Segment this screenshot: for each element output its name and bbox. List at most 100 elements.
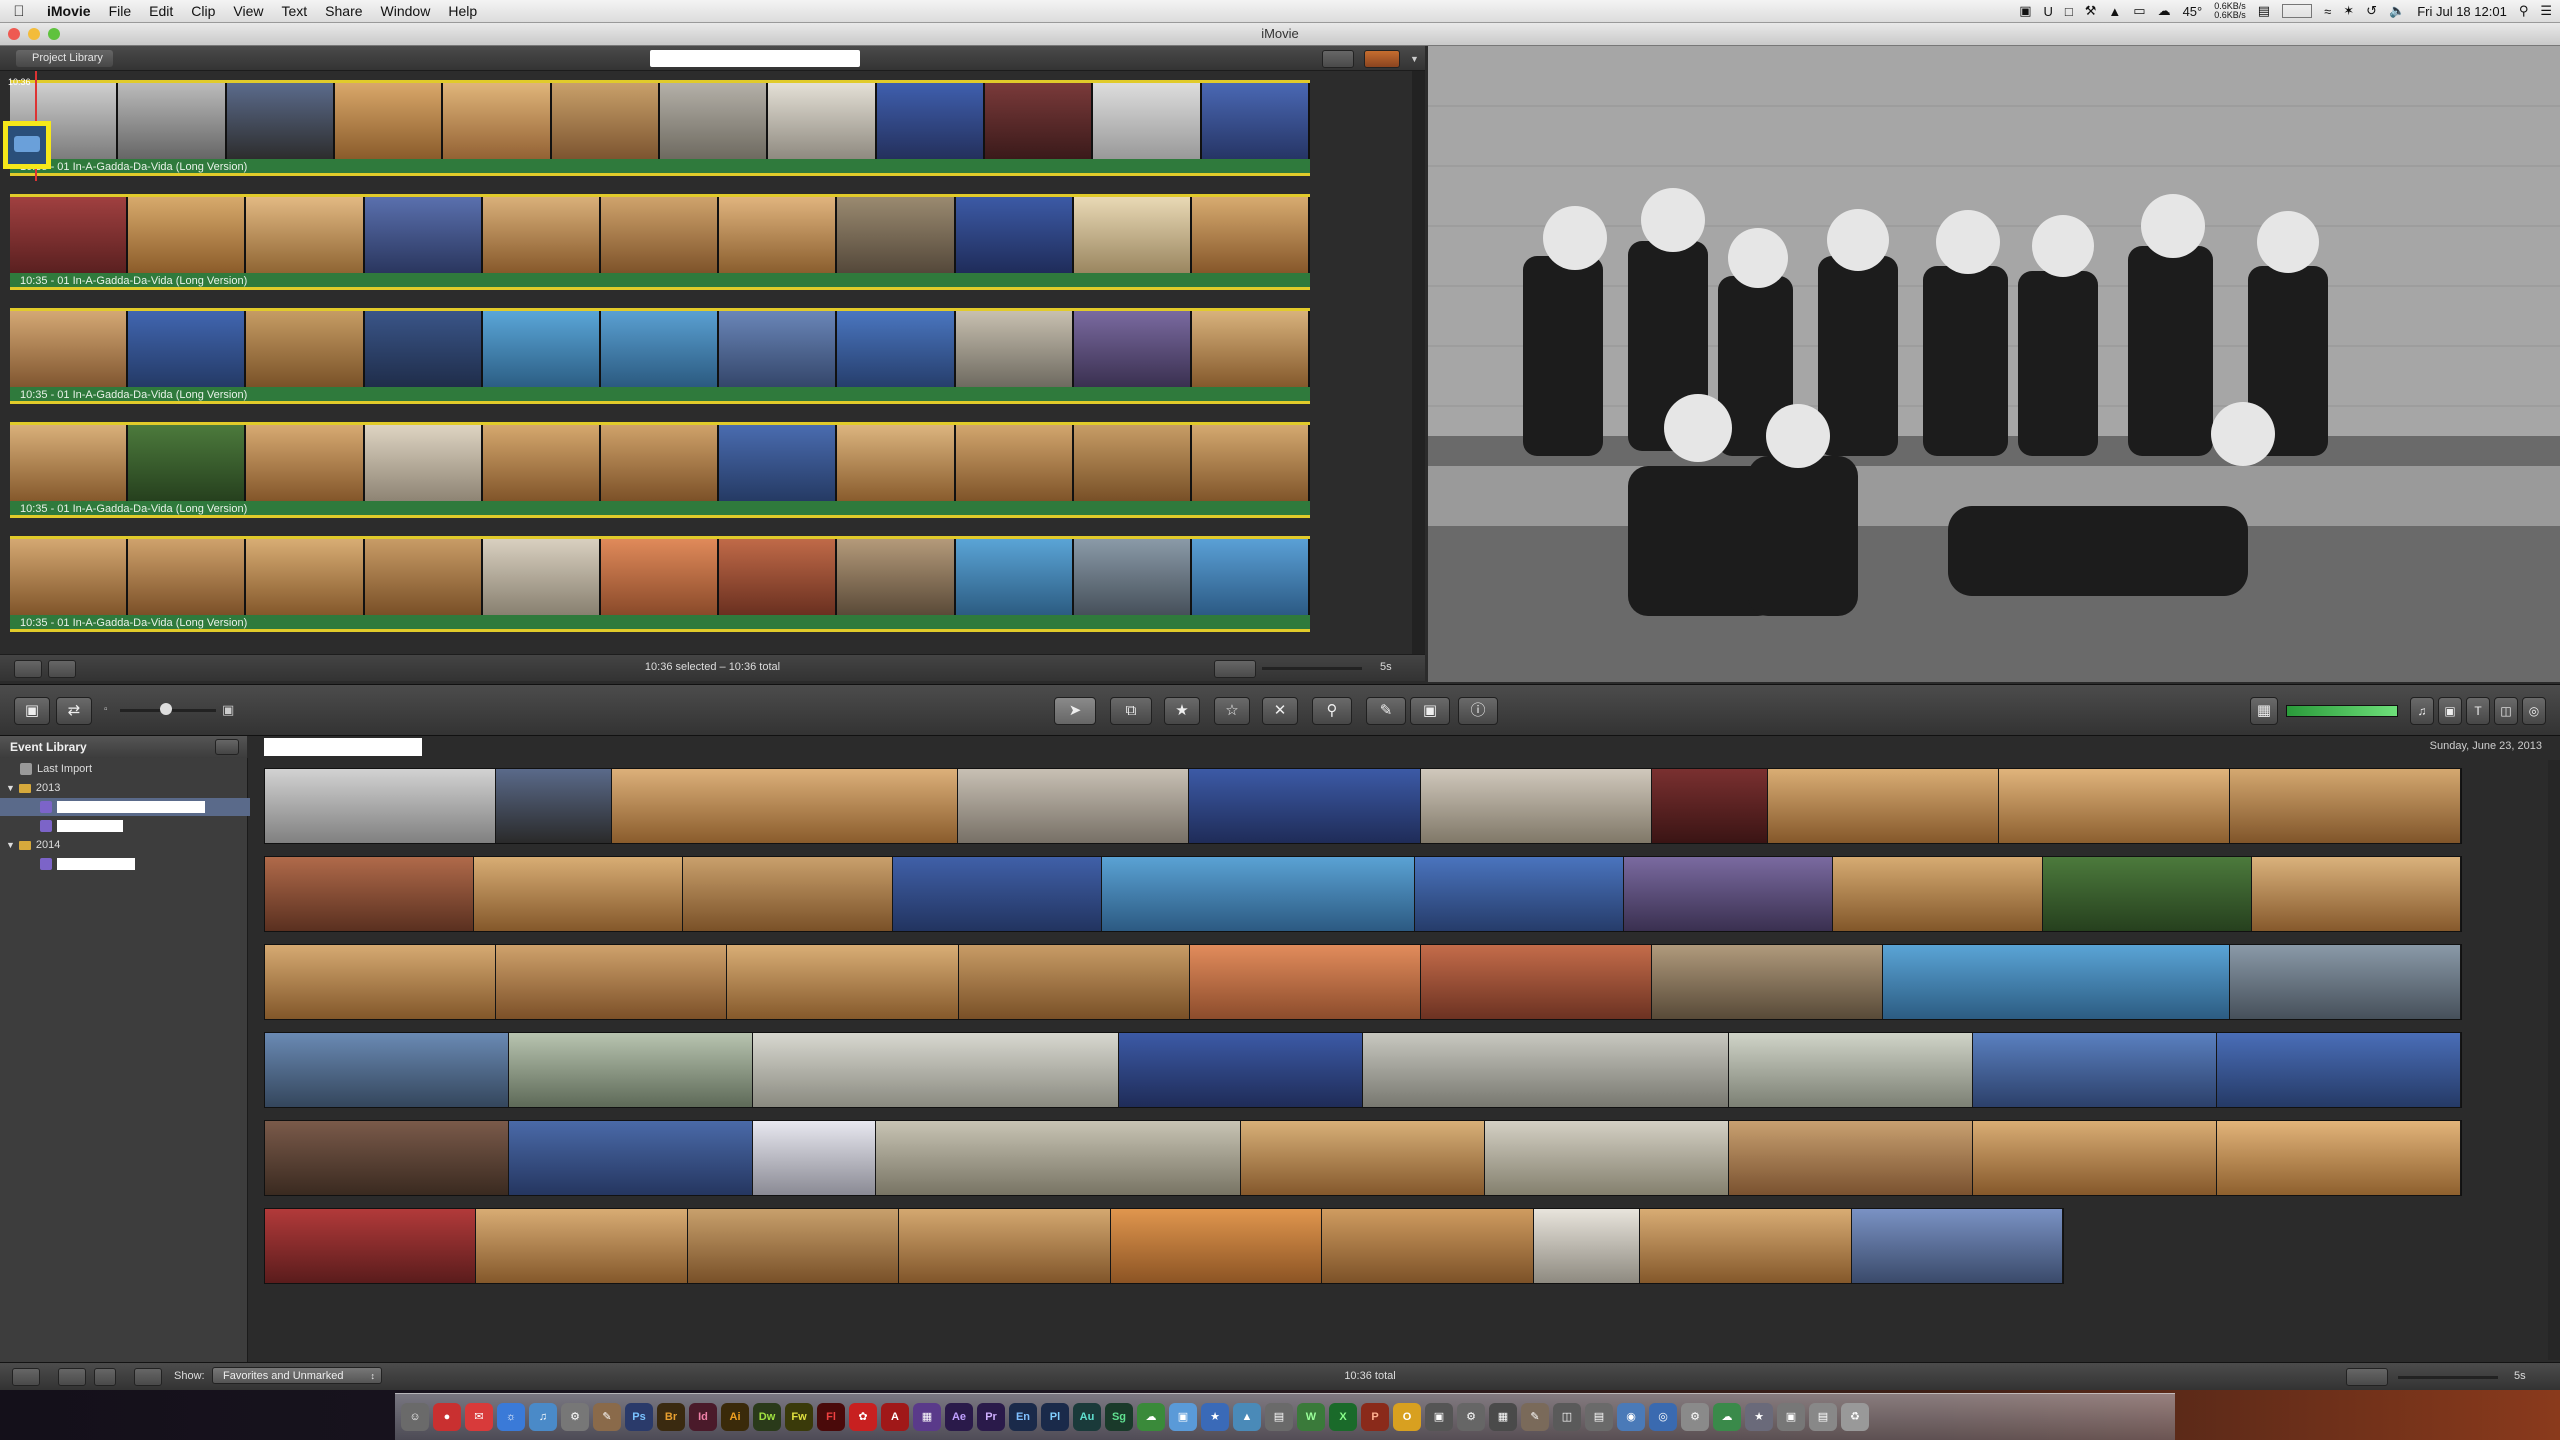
clip-thumb[interactable] [474, 857, 683, 931]
clip-thumb[interactable] [1189, 945, 1421, 1019]
dock-flash-icon[interactable]: Fl [817, 1403, 845, 1431]
clip-thumb[interactable] [265, 1033, 509, 1107]
music-track[interactable]: 10:35 - 01 In-A-Gadda-Da-Vida (Long Vers… [10, 273, 1310, 290]
clip-thumb[interactable] [837, 425, 954, 501]
menu-clip[interactable]: Clip [182, 3, 224, 19]
project-clip-strip-4[interactable] [10, 422, 1310, 504]
menu-view[interactable]: View [224, 3, 272, 19]
dock-app-icon[interactable]: ◎ [1649, 1403, 1677, 1431]
clip-thumb[interactable] [265, 945, 496, 1019]
clip-thumb[interactable] [334, 83, 442, 159]
event-clip-row-5[interactable] [264, 1120, 2462, 1196]
clip-thumb[interactable] [226, 83, 333, 159]
dock-after-effects-icon[interactable]: Ae [945, 1403, 973, 1431]
dock-app-icon[interactable]: ✎ [593, 1403, 621, 1431]
clip-thumb[interactable] [1241, 1121, 1484, 1195]
project-library-button[interactable]: Project Library [16, 50, 113, 67]
clip-thumb[interactable] [1201, 83, 1308, 159]
event-clip-row-6[interactable] [264, 1208, 2064, 1284]
dock-powerpoint-icon[interactable]: P [1361, 1403, 1389, 1431]
clip-thumb[interactable] [719, 197, 836, 273]
clip-thumb[interactable] [875, 1121, 1240, 1195]
clip-thumb[interactable] [899, 1209, 1110, 1283]
menu-share[interactable]: Share [316, 3, 371, 19]
clip-thumb[interactable] [128, 539, 245, 615]
dock-word-icon[interactable]: W [1297, 1403, 1325, 1431]
dock-app-icon[interactable]: ▤ [1265, 1403, 1293, 1431]
clip-thumb[interactable] [1093, 83, 1200, 159]
clip-thumb[interactable] [1421, 945, 1652, 1019]
clip-thumb[interactable] [128, 425, 245, 501]
notification-icon[interactable]: ☰ [2540, 3, 2552, 19]
status-icon-4[interactable]: ⚒ [2085, 3, 2097, 19]
dock-audition-icon[interactable]: Au [1073, 1403, 1101, 1431]
clip-thumb[interactable] [265, 857, 474, 931]
dock-encore-icon[interactable]: ▦ [913, 1403, 941, 1431]
dock-excel-icon[interactable]: X [1329, 1403, 1357, 1431]
clip-thumb[interactable] [246, 311, 363, 387]
clip-thumb[interactable] [10, 311, 127, 387]
clip-thumb[interactable] [1767, 769, 1998, 843]
event-year-2014[interactable]: ▼ 2014 [0, 836, 253, 854]
status-icon-1[interactable]: ▣ [2019, 3, 2031, 19]
clip-thumb[interactable] [837, 539, 954, 615]
music-track[interactable]: 10:35 - 01 In-A-Gadda-Da-Vida (Long Vers… [10, 387, 1310, 404]
clip-thumb[interactable] [984, 83, 1092, 159]
clip-thumb[interactable] [265, 769, 496, 843]
dock-finder-icon[interactable]: ☺ [401, 1403, 429, 1431]
clip-thumb[interactable] [482, 197, 599, 273]
clip-thumb[interactable] [246, 197, 363, 273]
close-window-icon[interactable] [8, 28, 20, 40]
music-track[interactable]: 10:35 - 01 In-A-Gadda-Da-Vida (Long Vers… [10, 615, 1310, 632]
dock-dreamweaver-icon[interactable]: Dw [753, 1403, 781, 1431]
menu-app[interactable]: iMovie [38, 3, 100, 19]
dock-app-icon[interactable]: ★ [1745, 1403, 1773, 1431]
dock-app-icon[interactable]: ⚙ [1681, 1403, 1709, 1431]
dock-app-icon[interactable]: ▲ [1233, 1403, 1261, 1431]
music-track[interactable]: 10:35 - 01 In-A-Gadda-Da-Vida (Long Vers… [10, 159, 1310, 176]
clip-thumb[interactable] [128, 311, 245, 387]
show-filter-select[interactable]: Favorites and Unmarked ↕ [212, 1367, 382, 1384]
project-clip-strip-1[interactable] [10, 80, 1310, 162]
dock-app-icon[interactable]: ▤ [1585, 1403, 1613, 1431]
clip-thumb[interactable] [719, 539, 836, 615]
menu-edit[interactable]: Edit [140, 3, 182, 19]
swap-panels-button[interactable]: ⇄ [56, 697, 92, 725]
crop-icon[interactable]: ▣ [1410, 697, 1450, 725]
project-layout-button[interactable] [1364, 50, 1400, 68]
clip-thumb[interactable] [1191, 311, 1309, 387]
clip-thumb[interactable] [955, 425, 1072, 501]
clip-thumb[interactable] [476, 1209, 687, 1283]
zoom-window-icon[interactable] [48, 28, 60, 40]
event-clip-row-4[interactable] [264, 1032, 2462, 1108]
clip-thumb[interactable] [496, 945, 727, 1019]
clip-thumb[interactable] [753, 1121, 875, 1195]
clip-thumb[interactable] [246, 539, 363, 615]
clip-thumb[interactable] [837, 197, 954, 273]
reject-x-icon[interactable]: ✕ [1262, 697, 1298, 725]
status-icon-3[interactable]: □ [2065, 4, 2073, 19]
minimize-window-icon[interactable] [28, 28, 40, 40]
dock-app-icon[interactable]: ● [433, 1403, 461, 1431]
clip-thumb[interactable] [1189, 769, 1420, 843]
add-to-project-button[interactable]: ⧉ [1110, 697, 1152, 725]
clip-thumb[interactable] [265, 1121, 508, 1195]
clip-thumb[interactable] [364, 539, 481, 615]
photo-browser-icon[interactable]: ▣ [2438, 697, 2462, 725]
clip-thumb[interactable] [246, 425, 363, 501]
clip-thumb[interactable] [683, 857, 892, 931]
clip-thumb[interactable] [600, 197, 718, 273]
dock-app-icon[interactable]: ★ [1201, 1403, 1229, 1431]
dock-speedgrade-icon[interactable]: Sg [1105, 1403, 1133, 1431]
clip-thumb[interactable] [1191, 425, 1309, 501]
clip-thumb[interactable] [600, 539, 718, 615]
camera-import-button[interactable]: ▣ [14, 697, 50, 725]
clip-thumb[interactable] [955, 197, 1072, 273]
dock-prelude-icon[interactable]: Pl [1041, 1403, 1069, 1431]
project-name-field[interactable] [650, 50, 860, 67]
dock-acrobat-pro-icon[interactable]: A [881, 1403, 909, 1431]
clip-thumb[interactable] [1998, 769, 2229, 843]
clip-thumb[interactable] [1073, 311, 1190, 387]
temperature[interactable]: 45° [2183, 4, 2203, 19]
clip-thumb[interactable] [876, 83, 983, 159]
